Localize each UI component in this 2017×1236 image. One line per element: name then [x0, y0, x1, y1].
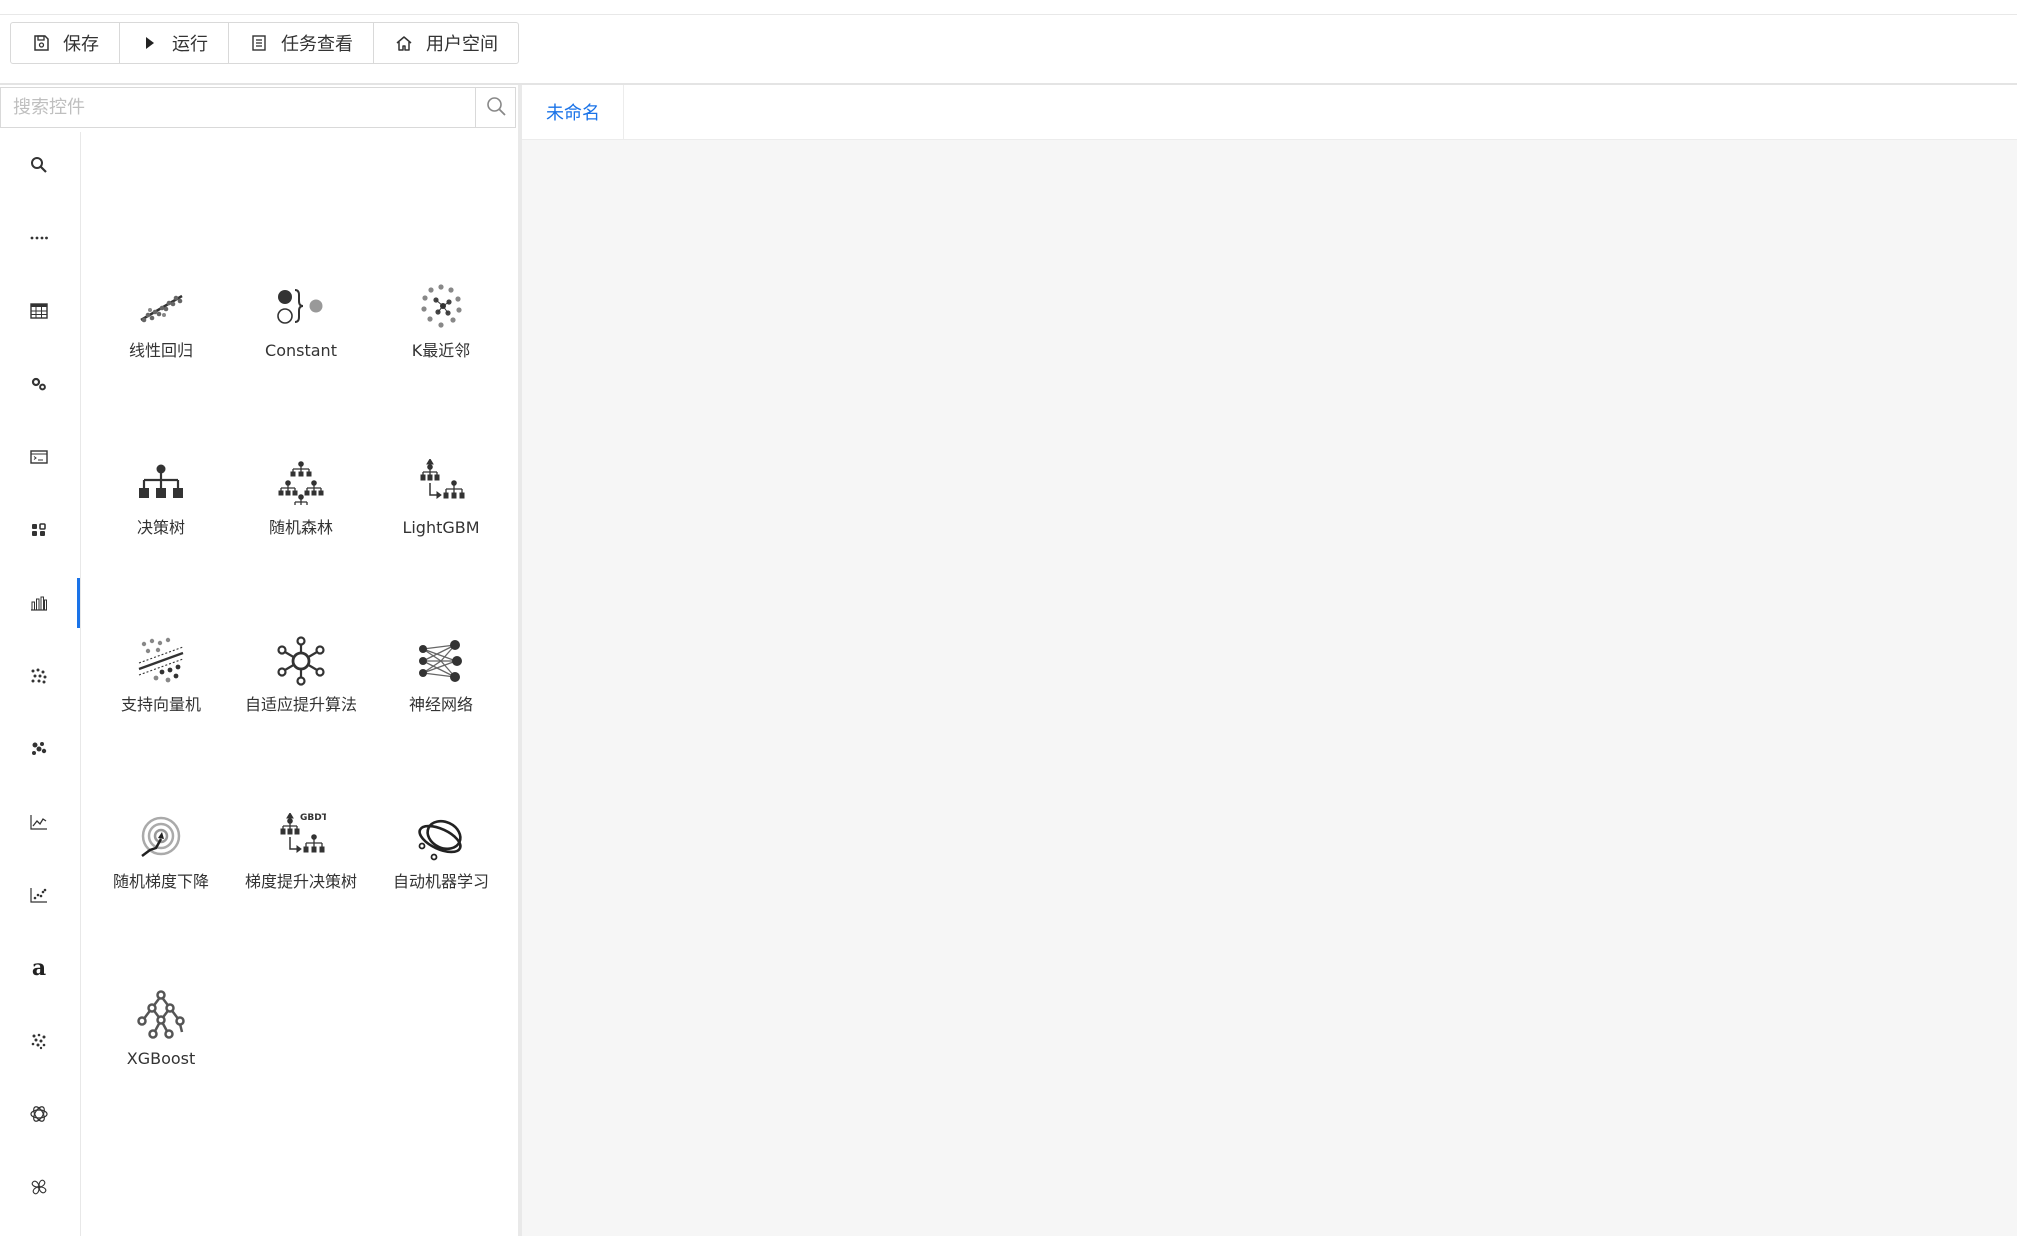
- scatter-chart-icon: [30, 888, 47, 903]
- category-terminal[interactable]: [0, 432, 78, 482]
- category-fan[interactable]: [0, 1162, 78, 1212]
- widget-panel: a 线性回归 Constant: [0, 85, 518, 1236]
- widget-linear-regression[interactable]: 线性回归: [91, 232, 231, 392]
- widget-label: LightGBM: [402, 518, 480, 537]
- widget-label: Constant: [265, 341, 337, 360]
- gears-icon: [31, 377, 46, 391]
- knn-icon: [421, 284, 462, 328]
- workflow-canvas[interactable]: 未命名: [522, 85, 2017, 1236]
- category-sidebar: a: [0, 132, 81, 1236]
- widget-label: XGBoost: [126, 1049, 196, 1068]
- fan-icon: [31, 1179, 47, 1195]
- particles-icon: [31, 1033, 46, 1050]
- widget-search: [0, 87, 516, 128]
- widget-adaboost[interactable]: 自适应提升算法: [231, 586, 371, 746]
- category-search[interactable]: [0, 140, 78, 190]
- widget-label: 随机梯度下降: [112, 872, 209, 891]
- widget-lightgbm[interactable]: LightGBM: [371, 409, 511, 569]
- home-icon: [394, 33, 414, 53]
- search-button[interactable]: [475, 87, 516, 128]
- tab-label: 未命名: [546, 103, 600, 124]
- bar-chart-icon: [31, 596, 47, 611]
- tab-bar: 未命名: [522, 85, 2017, 140]
- save-icon: [31, 33, 51, 53]
- category-particles[interactable]: [0, 1016, 78, 1066]
- components-icon: [32, 523, 46, 536]
- dots-icon: [30, 236, 48, 240]
- widget-label: 自动机器学习: [392, 872, 489, 891]
- adaboost-icon: [277, 636, 325, 686]
- toolbar: 保存 运行 任务查看 用户空间: [10, 22, 519, 64]
- widget-label: 支持向量机: [120, 695, 201, 714]
- play-icon: [140, 33, 160, 53]
- widget-sgd[interactable]: 随机梯度下降: [91, 763, 231, 923]
- linear-regression-icon: [140, 294, 183, 323]
- xgboost-icon: [137, 990, 185, 1039]
- category-line-chart[interactable]: [0, 797, 78, 847]
- scatter-dots-icon: [31, 668, 47, 684]
- category-atom[interactable]: [0, 1089, 78, 1139]
- widget-constant[interactable]: Constant: [231, 232, 371, 392]
- task-list-icon: [249, 33, 269, 53]
- category-table[interactable]: [0, 286, 78, 336]
- save-label: 保存: [63, 34, 99, 55]
- table-icon: [30, 303, 48, 319]
- text-a-icon: a: [31, 955, 47, 981]
- user-space-label: 用户空间: [426, 34, 498, 55]
- category-gears[interactable]: [0, 359, 78, 409]
- widget-svm[interactable]: 支持向量机: [91, 586, 231, 746]
- category-components[interactable]: [0, 505, 78, 555]
- widget-label: 自适应提升算法: [244, 695, 357, 714]
- cluster-icon: [32, 742, 47, 755]
- widget-label: 线性回归: [128, 341, 193, 360]
- search-input[interactable]: [0, 87, 475, 128]
- line-chart-icon: [30, 815, 47, 830]
- widget-random-forest[interactable]: 随机森林: [231, 409, 371, 569]
- tab-untitled[interactable]: 未命名: [523, 85, 624, 139]
- atom-icon: [30, 1106, 48, 1122]
- widget-label: K最近邻: [411, 341, 471, 360]
- widget-label: 决策树: [136, 518, 185, 537]
- category-bar-chart[interactable]: [0, 578, 80, 628]
- task-view-button[interactable]: 任务查看: [228, 22, 374, 64]
- category-dots[interactable]: [0, 213, 78, 263]
- widget-label: 梯度提升决策树: [244, 872, 357, 891]
- svm-icon: [138, 637, 184, 683]
- svg-text:GBDT: GBDT: [300, 813, 326, 823]
- gbdt-icon: GBDT: [280, 813, 326, 853]
- widget-decision-tree[interactable]: 决策树: [91, 409, 231, 569]
- category-scatter[interactable]: [0, 651, 78, 701]
- save-button[interactable]: 保存: [10, 22, 120, 64]
- search-icon: [485, 95, 507, 121]
- widget-knn[interactable]: K最近邻: [371, 232, 511, 392]
- widget-gbdt[interactable]: GBDT 梯度提升决策树: [231, 763, 371, 923]
- lightgbm-icon: [420, 459, 465, 499]
- neural-network-icon: [419, 640, 462, 682]
- automl-icon: [418, 819, 462, 861]
- task-view-label: 任务查看: [281, 34, 353, 55]
- search-icon: [31, 157, 47, 173]
- category-text[interactable]: a: [0, 943, 78, 993]
- widget-label: 神经网络: [408, 695, 473, 714]
- widget-automl[interactable]: 自动机器学习: [371, 763, 511, 923]
- run-button[interactable]: 运行: [119, 22, 229, 64]
- user-space-button[interactable]: 用户空间: [373, 22, 519, 64]
- sgd-icon: [141, 816, 181, 857]
- constant-icon: [277, 289, 323, 324]
- top-border: [0, 14, 2017, 15]
- widget-xgboost[interactable]: XGBoost: [91, 940, 231, 1100]
- category-scatter-chart[interactable]: [0, 870, 78, 920]
- terminal-icon: [30, 450, 48, 464]
- run-label: 运行: [172, 34, 208, 55]
- widget-neural-network[interactable]: 神经网络: [371, 586, 511, 746]
- decision-tree-icon: [139, 464, 183, 498]
- random-forest-icon: [278, 461, 324, 505]
- widget-label: 随机森林: [268, 518, 333, 537]
- category-cluster[interactable]: [0, 724, 78, 774]
